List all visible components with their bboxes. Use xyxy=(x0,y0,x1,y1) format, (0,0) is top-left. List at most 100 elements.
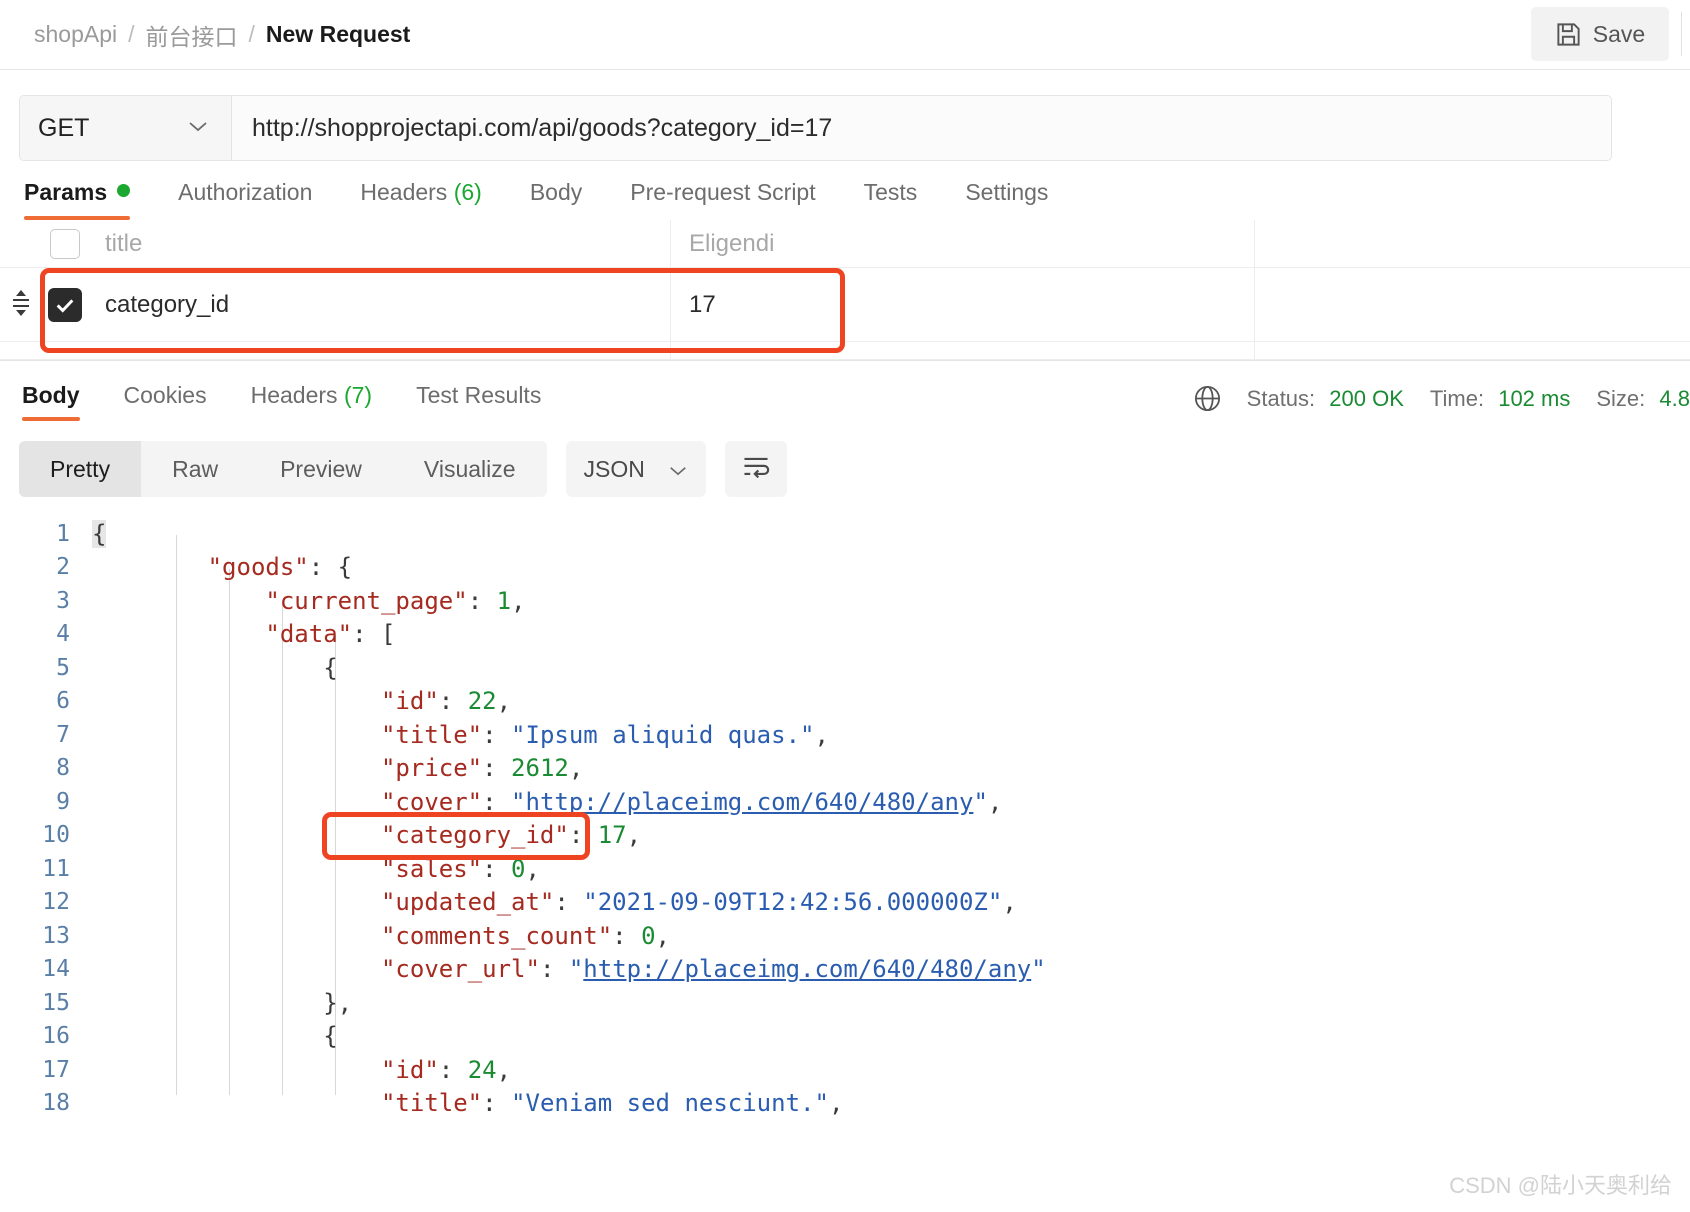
code-line-content: "title": "Ipsum aliquid quas.", xyxy=(92,721,829,749)
code-token: "current_page" xyxy=(265,586,468,615)
line-number: 3 xyxy=(56,587,70,614)
code-token: }, xyxy=(323,988,353,1017)
code-line: 15 }, xyxy=(0,986,1690,1020)
code-link[interactable]: http://placeimg.com/640/480/any xyxy=(526,788,974,816)
code-line-content: "updated_at": "2021-09-09T12:42:56.00000… xyxy=(92,888,1017,916)
tab-settings[interactable]: Settings xyxy=(941,179,1072,220)
globe-icon xyxy=(1192,383,1223,414)
code-token: , xyxy=(626,821,642,850)
code-token: "Ipsum aliquid quas." xyxy=(511,720,815,749)
view-mode-raw[interactable]: Raw xyxy=(141,441,249,497)
tab-body[interactable]: Body xyxy=(506,179,606,220)
tab-authorization[interactable]: Authorization xyxy=(154,179,336,220)
param-key-placeholder-cell[interactable]: title xyxy=(87,220,671,267)
app-header: shopApi / 前台接口 / New Request Save xyxy=(0,0,1690,70)
code-token: " xyxy=(973,787,988,816)
http-method-select[interactable]: GET xyxy=(20,96,232,160)
code-line-content: "goods": { xyxy=(92,553,353,582)
response-tab-test-results[interactable]: Test Results xyxy=(394,382,563,421)
breadcrumb-separator-2: / xyxy=(248,21,255,47)
code-token: { xyxy=(323,1022,338,1051)
code-token: 24 xyxy=(467,1055,497,1084)
code-token: : xyxy=(308,553,338,582)
param-value-placeholder: Eligendi xyxy=(689,229,775,257)
tab-body-label: Body xyxy=(529,179,583,205)
tab-pre-request-script[interactable]: Pre-request Script xyxy=(606,179,839,220)
param-key-empty[interactable] xyxy=(87,342,671,359)
request-tabs: Params Authorization Headers (6) Body Pr… xyxy=(0,161,1690,220)
tab-tests[interactable]: Tests xyxy=(840,179,942,220)
line-number: 17 xyxy=(42,1056,70,1083)
param-value-empty[interactable] xyxy=(671,342,1255,359)
param-description-empty[interactable] xyxy=(1255,342,1690,359)
response-view-mode-group: Pretty Raw Preview Visualize xyxy=(19,441,547,497)
code-token: "id" xyxy=(380,1055,439,1084)
wrap-lines-button[interactable] xyxy=(724,441,787,497)
tab-headers[interactable]: Headers (6) xyxy=(336,179,505,220)
row-drag-handle[interactable] xyxy=(0,286,42,322)
code-line-content: "title": "Veniam sed nesciunt.", xyxy=(92,1089,843,1117)
status-label: Status: xyxy=(1246,385,1316,411)
code-line: 14 "cover_url": "http://placeimg.com/640… xyxy=(0,953,1690,987)
code-line-content: { xyxy=(92,1022,338,1051)
tab-pre-request-script-label: Pre-request Script xyxy=(630,179,816,205)
status-group: Status: 200 OK xyxy=(1247,386,1404,412)
response-format-label: JSON xyxy=(583,455,645,482)
code-token: "updated_at" xyxy=(380,888,555,917)
tab-settings-label: Settings xyxy=(965,179,1049,205)
param-key-input[interactable]: category_id xyxy=(87,268,671,341)
response-tab-headers[interactable]: Headers (7) xyxy=(229,382,394,421)
tab-params[interactable]: Params xyxy=(22,179,154,220)
code-line: 2 "goods": { xyxy=(0,551,1690,585)
code-line-content: "data": [ xyxy=(92,620,395,648)
code-line: 9 "cover": "http://placeimg.com/640/480/… xyxy=(0,785,1690,819)
response-tab-body[interactable]: Body xyxy=(20,382,102,421)
code-token: : xyxy=(482,720,512,749)
tab-params-label: Params xyxy=(24,179,108,205)
view-mode-preview[interactable]: Preview xyxy=(249,441,393,497)
param-enabled-checkbox-cell[interactable] xyxy=(42,287,87,322)
code-token: : xyxy=(438,687,468,716)
param-value-placeholder-cell[interactable]: Eligendi xyxy=(671,220,1255,267)
params-empty-row[interactable] xyxy=(0,342,1690,360)
code-token: : xyxy=(554,888,584,917)
code-token: , xyxy=(496,1055,512,1084)
params-select-all-checkbox[interactable] xyxy=(49,228,80,259)
breadcrumb-request-name[interactable]: New Request xyxy=(266,21,410,48)
code-token: , xyxy=(511,586,526,615)
view-mode-pretty[interactable]: Pretty xyxy=(19,441,142,497)
response-format-select[interactable]: JSON xyxy=(565,441,706,497)
code-token: : xyxy=(482,1089,512,1117)
line-number: 8 xyxy=(56,755,70,782)
breadcrumb-folder[interactable]: 前台接口 xyxy=(146,18,238,52)
size-label: Size: xyxy=(1596,385,1646,411)
params-select-all-checkbox-cell[interactable] xyxy=(42,228,87,259)
tab-tests-label: Tests xyxy=(863,179,918,205)
url-input[interactable]: http://shopprojectapi.com/api/goods?cate… xyxy=(232,96,1611,160)
param-enabled-checkbox[interactable] xyxy=(47,287,82,322)
size-group: Size: 4.8 xyxy=(1596,386,1690,412)
param-key-placeholder: title xyxy=(105,229,143,257)
code-token: , xyxy=(1002,888,1017,917)
line-number: 6 xyxy=(56,688,70,715)
code-token: : xyxy=(438,1055,468,1084)
response-body-code-viewer[interactable]: 1{2 "goods": {3 "current_page": 1, 4 "dat… xyxy=(0,517,1690,1117)
code-token: : xyxy=(482,754,512,783)
code-line-content: { xyxy=(92,654,337,682)
param-description-placeholder-cell[interactable] xyxy=(1255,220,1690,267)
param-value-input[interactable]: 17 xyxy=(671,268,1255,341)
code-line: 18 "title": "Veniam sed nesciunt.", xyxy=(0,1087,1690,1117)
code-token: "comments_count" xyxy=(380,921,613,950)
save-button[interactable]: Save xyxy=(1531,7,1669,61)
code-token: : xyxy=(482,787,512,816)
table-row[interactable]: category_id 17 xyxy=(0,268,1690,342)
breadcrumb-collection[interactable]: shopApi xyxy=(34,21,117,48)
view-mode-visualize[interactable]: Visualize xyxy=(393,441,547,497)
code-token: , xyxy=(987,787,1003,816)
code-line-content: "sales": 0, xyxy=(92,855,540,883)
code-token: " xyxy=(511,787,526,816)
code-link[interactable]: http://placeimg.com/640/480/any xyxy=(583,955,1031,983)
param-description-input[interactable] xyxy=(1255,268,1690,341)
response-tab-cookies[interactable]: Cookies xyxy=(102,382,229,421)
url-bar: GET http://shopprojectapi.com/api/goods?… xyxy=(19,95,1612,161)
